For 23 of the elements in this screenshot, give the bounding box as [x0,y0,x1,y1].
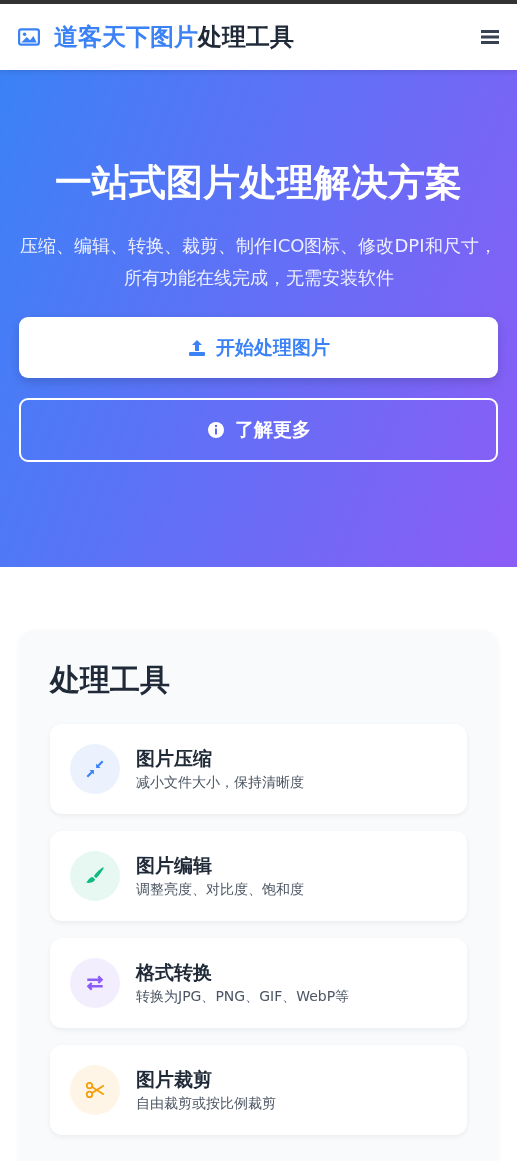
hero-subtitle: 压缩、编辑、转换、裁剪、制作ICO图标、修改DPI和尺寸，所有功能在线完成，无需安装软件 [19,234,498,290]
tool-card[interactable]: 图片压缩 减小文件大小，保持清晰度 [50,724,467,814]
learn-more-button[interactable]: 了解更多 [19,398,498,462]
upload-icon [187,338,206,357]
tool-description: 转换为JPG、PNG、GIF、WebP等 [136,988,350,1006]
tool-description: 减小文件大小，保持清晰度 [136,774,304,792]
tool-name: 图片裁剪 [136,1067,213,1092]
section-title: 处理工具 [50,661,171,699]
tool-name: 格式转换 [136,960,213,985]
tool-description: 调整亮度、对比度、饱和度 [136,881,304,899]
tool-card[interactable]: 图片编辑 调整亮度、对比度、饱和度 [50,831,467,921]
hero-title: 一站式图片处理解决方案 [54,160,463,206]
brand-name[interactable]: 道客天下图片 [54,21,198,53]
image-icon [18,28,40,46]
tool-name: 图片编辑 [136,853,213,878]
tool-name: 图片压缩 [136,746,213,771]
tool-description: 自由裁剪或按比例裁剪 [136,1095,276,1113]
tool-card[interactable]: 图片裁剪 自由裁剪或按比例裁剪 [50,1045,467,1135]
brand-name-suffix[interactable]: 处理工具 [198,21,294,53]
menu-icon[interactable] [481,29,499,45]
start-button[interactable]: 开始处理图片 [19,317,498,378]
info-icon [206,421,225,439]
tool-card[interactable]: 格式转换 转换为JPG、PNG、GIF、WebP等 [50,938,467,1028]
